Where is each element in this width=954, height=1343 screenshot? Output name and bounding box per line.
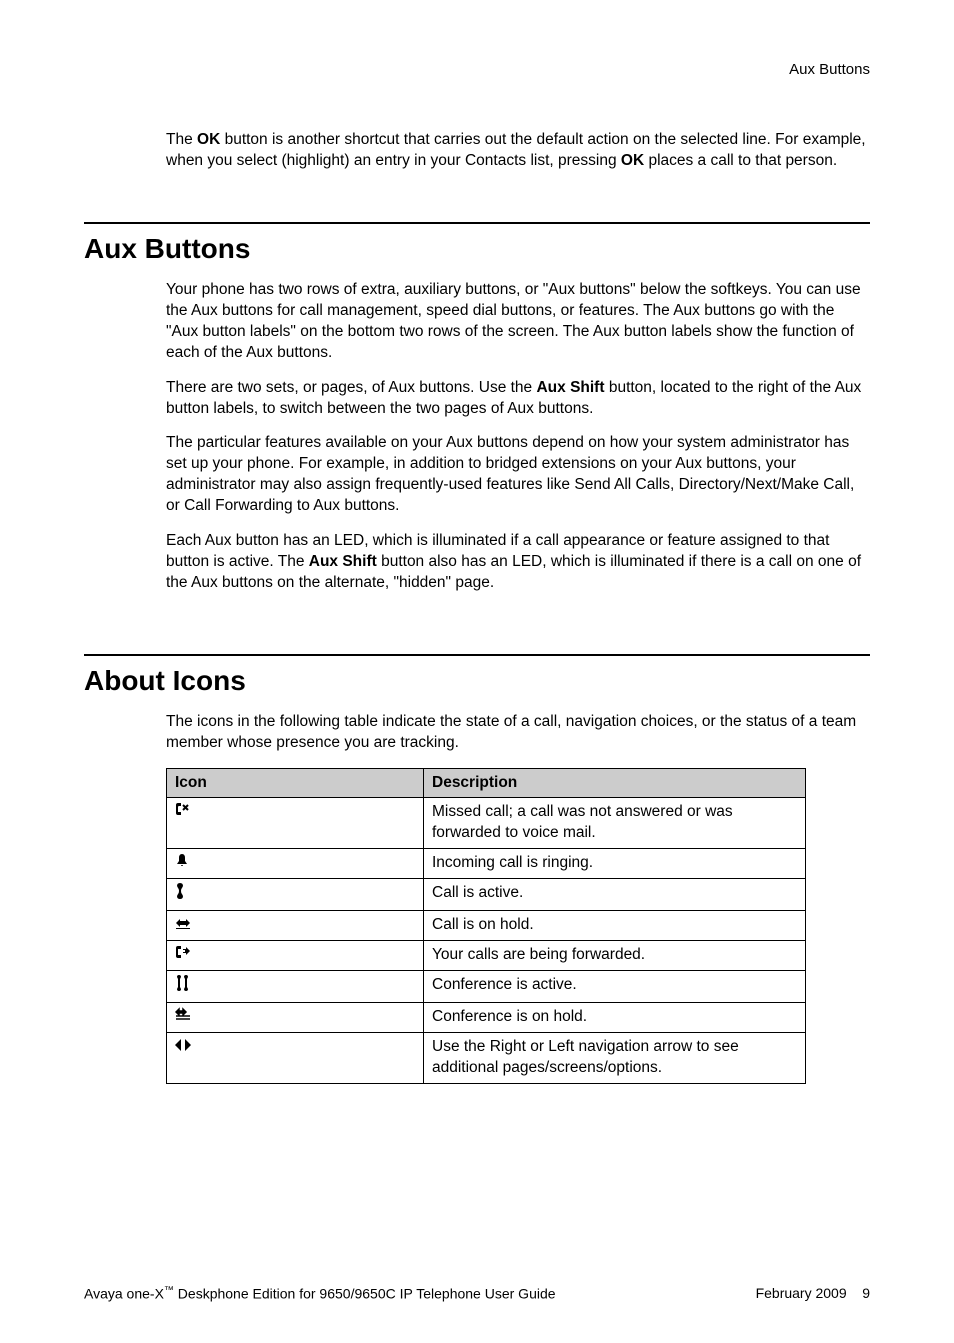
- text: The: [166, 131, 197, 148]
- paragraph: Each Aux button has an LED, which is ill…: [166, 531, 870, 594]
- table-cell: Incoming call is ringing.: [424, 849, 806, 879]
- running-header: Aux Buttons: [84, 60, 870, 80]
- text-bold: OK: [621, 152, 644, 169]
- table-row: Missed call; a call was not answered or …: [167, 798, 806, 849]
- intro-paragraph: The OK button is another shortcut that c…: [166, 130, 870, 172]
- active-call-icon: [175, 886, 185, 903]
- aux-buttons-section: Aux Buttons Your phone has two rows of e…: [84, 222, 870, 594]
- table-cell: Conference is on hold.: [424, 1002, 806, 1032]
- hold-icon: [175, 916, 191, 933]
- footer-text: Avaya one-X: [84, 1285, 164, 1301]
- table-row: Call is active.: [167, 879, 806, 911]
- conference-hold-icon: [175, 1008, 191, 1025]
- text-bold: Aux Shift: [536, 379, 604, 396]
- icons-table: Icon Description Missed call; a call was…: [166, 768, 806, 1084]
- section-heading: Aux Buttons: [84, 230, 870, 268]
- section-body: Your phone has two rows of extra, auxili…: [166, 280, 870, 594]
- footer-left: Avaya one-X™ Deskphone Edition for 9650/…: [84, 1284, 556, 1304]
- footer-date: February 2009: [756, 1285, 847, 1301]
- table-cell: Missed call; a call was not answered or …: [424, 798, 806, 849]
- nav-arrows-icon: [175, 1038, 191, 1055]
- section-heading: About Icons: [84, 662, 870, 700]
- table-cell: Conference is active.: [424, 970, 806, 1002]
- text: places a call to that person.: [644, 152, 837, 169]
- text-bold: Aux Shift: [309, 553, 377, 570]
- forwarded-icon: [175, 946, 191, 963]
- table-header: Description: [424, 768, 806, 798]
- ringing-icon: [175, 854, 189, 871]
- page-number: 9: [862, 1285, 870, 1301]
- conference-active-icon: [175, 978, 191, 995]
- footer-right: February 2009 9: [756, 1284, 870, 1304]
- table-cell: Your calls are being forwarded.: [424, 941, 806, 971]
- table-header: Icon: [167, 768, 424, 798]
- missed-call-icon: [175, 803, 191, 820]
- table-header-row: Icon Description: [167, 768, 806, 798]
- page-footer: Avaya one-X™ Deskphone Edition for 9650/…: [84, 1284, 870, 1304]
- paragraph: The icons in the following table indicat…: [166, 712, 870, 754]
- about-icons-section: About Icons The icons in the following t…: [84, 654, 870, 1084]
- trademark-icon: ™: [164, 1285, 174, 1296]
- section-body: The icons in the following table indicat…: [166, 712, 870, 1084]
- table-cell: Call is on hold.: [424, 911, 806, 941]
- table-cell: Use the Right or Left navigation arrow t…: [424, 1032, 806, 1083]
- footer-text: Deskphone Edition for 9650/9650C IP Tele…: [174, 1285, 556, 1301]
- table-row: Conference is active.: [167, 970, 806, 1002]
- table-row: Call is on hold.: [167, 911, 806, 941]
- paragraph: Your phone has two rows of extra, auxili…: [166, 280, 870, 364]
- table-row: Conference is on hold.: [167, 1002, 806, 1032]
- text: There are two sets, or pages, of Aux but…: [166, 379, 536, 396]
- text-bold: OK: [197, 131, 220, 148]
- table-row: Use the Right or Left navigation arrow t…: [167, 1032, 806, 1083]
- table-row: Your calls are being forwarded.: [167, 941, 806, 971]
- table-row: Incoming call is ringing.: [167, 849, 806, 879]
- table-cell: Call is active.: [424, 879, 806, 911]
- divider: [84, 222, 870, 224]
- divider: [84, 654, 870, 656]
- paragraph: The particular features available on you…: [166, 433, 870, 517]
- paragraph: There are two sets, or pages, of Aux but…: [166, 378, 870, 420]
